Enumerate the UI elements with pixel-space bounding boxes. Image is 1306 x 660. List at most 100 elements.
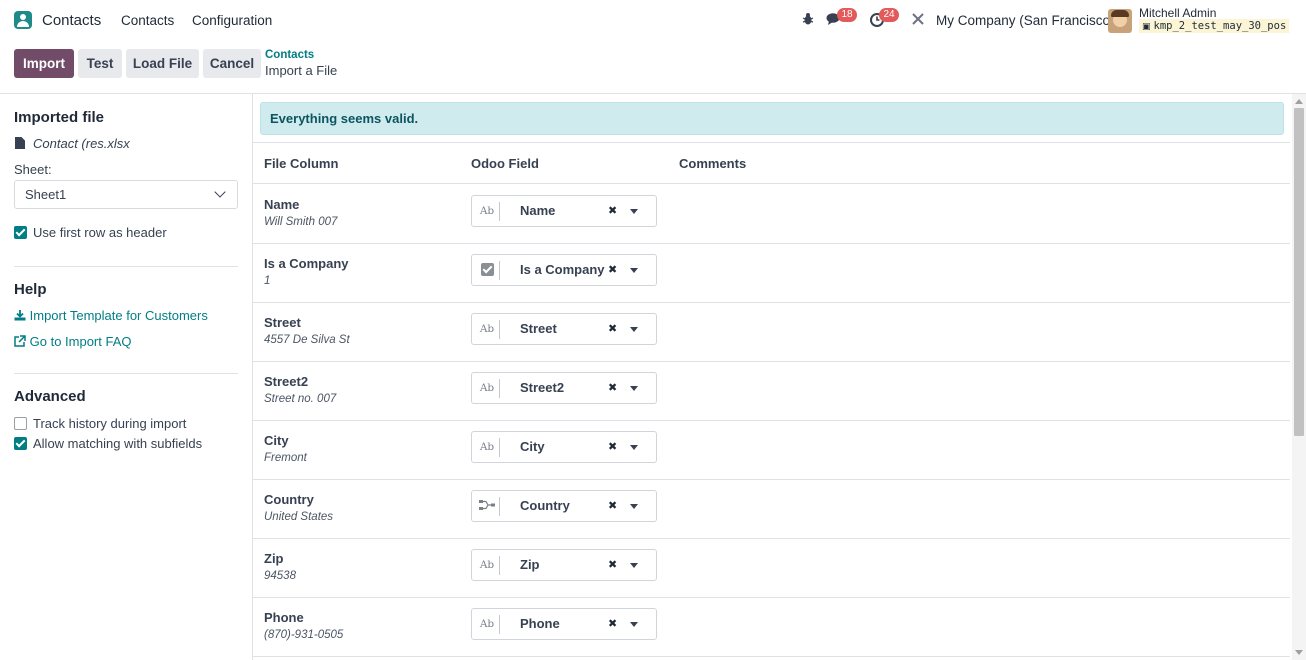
- caret-down-icon[interactable]: [630, 504, 638, 509]
- row-column-name: Street2: [264, 374, 309, 389]
- caret-down-icon[interactable]: [630, 386, 638, 391]
- download-icon: [14, 310, 26, 321]
- header-odoo-field: Odoo Field: [471, 156, 539, 171]
- menu-item-configuration[interactable]: Configuration: [192, 13, 272, 28]
- cancel-button[interactable]: Cancel: [203, 49, 261, 78]
- row-divider: [253, 656, 1290, 657]
- menu-item-contacts[interactable]: Contacts: [121, 13, 174, 28]
- row-sample-value: 94538: [264, 570, 296, 582]
- imported-file-name: Contact (res.xlsx: [33, 136, 130, 151]
- odoo-field-select[interactable]: Is a Company ✖: [471, 254, 657, 286]
- clear-field-icon[interactable]: ✖: [608, 381, 617, 394]
- activities-badge: 24: [879, 8, 899, 22]
- bug-icon[interactable]: [800, 12, 816, 28]
- allow-matching-checkbox[interactable]: [14, 437, 27, 450]
- import-template-label[interactable]: Import Template for Customers: [30, 308, 208, 323]
- test-button[interactable]: Test: [78, 49, 122, 78]
- odoo-field-select[interactable]: Ab Phone ✖: [471, 608, 657, 640]
- relation-type-icon: [478, 499, 496, 513]
- odoo-field-name: Name: [520, 203, 556, 218]
- row-column-name: Street: [264, 315, 301, 330]
- app-name[interactable]: Contacts: [42, 12, 101, 29]
- field-select-separator: [499, 202, 500, 221]
- odoo-field-select[interactable]: Ab Zip ✖: [471, 549, 657, 581]
- odoo-field-name: Street2: [520, 380, 565, 395]
- track-history-checkbox[interactable]: [14, 417, 27, 430]
- user-name[interactable]: Mitchell Admin: [1139, 6, 1216, 20]
- messages-badge: 18: [837, 8, 857, 22]
- odoo-field-select[interactable]: Ab Street ✖: [471, 313, 657, 345]
- text-type-icon: Ab: [479, 441, 495, 453]
- text-type-icon: Ab: [479, 382, 495, 394]
- imported-file-title: Imported file: [14, 109, 105, 126]
- validation-alert-text: Everything seems valid.: [270, 111, 419, 126]
- scroll-up-icon[interactable]: [1295, 99, 1303, 104]
- row-divider: [253, 538, 1290, 539]
- company-switcher[interactable]: My Company (San Francisco): [936, 13, 1115, 28]
- header-file-column: File Column: [264, 156, 339, 171]
- top-navbar: Contacts Contacts Configuration 18 24 My…: [0, 0, 1306, 41]
- caret-down-icon[interactable]: [630, 209, 638, 214]
- scroll-down-icon[interactable]: [1295, 650, 1303, 655]
- advanced-title: Advanced: [14, 388, 86, 405]
- clear-field-icon[interactable]: ✖: [608, 558, 617, 571]
- first-row-header-checkbox[interactable]: [14, 226, 27, 239]
- clear-field-icon[interactable]: ✖: [608, 322, 617, 335]
- odoo-field-select[interactable]: Country ✖: [471, 490, 657, 522]
- odoo-field-select[interactable]: Ab Street2 ✖: [471, 372, 657, 404]
- caret-down-icon[interactable]: [630, 268, 638, 273]
- tools-icon[interactable]: [910, 12, 926, 28]
- import-faq-label[interactable]: Go to Import FAQ: [30, 334, 132, 349]
- import-faq-link[interactable]: Go to Import FAQ: [14, 334, 132, 349]
- field-select-separator: [499, 320, 500, 339]
- database-icon: ▣: [1142, 22, 1151, 32]
- caret-down-icon[interactable]: [630, 445, 638, 450]
- clear-field-icon[interactable]: ✖: [608, 440, 617, 453]
- field-select-separator: [499, 615, 500, 634]
- header-comments: Comments: [679, 156, 747, 171]
- text-type-icon: Ab: [479, 323, 495, 335]
- field-select-separator: [499, 261, 500, 280]
- clear-field-icon[interactable]: ✖: [608, 499, 617, 512]
- row-sample-value: United States: [264, 511, 334, 523]
- row-column-name: Phone: [264, 610, 304, 625]
- caret-down-icon[interactable]: [630, 563, 638, 568]
- odoo-field-select[interactable]: Ab City ✖: [471, 431, 657, 463]
- user-avatar[interactable]: [1108, 9, 1132, 33]
- checkbox-type-icon: [481, 263, 494, 276]
- contacts-app-icon[interactable]: [14, 11, 32, 29]
- caret-down-icon[interactable]: [630, 327, 638, 332]
- row-sample-value: Fremont: [264, 452, 307, 464]
- row-column-name: Country: [264, 492, 314, 507]
- odoo-field-name: Phone: [520, 616, 560, 631]
- field-select-separator: [499, 379, 500, 398]
- odoo-field-select[interactable]: Ab Name ✖: [471, 195, 657, 227]
- row-sample-value: Street no. 007: [264, 393, 337, 405]
- row-sample-value: 1: [264, 275, 271, 287]
- clear-field-icon[interactable]: ✖: [608, 263, 617, 276]
- scrollbar-thumb[interactable]: [1294, 108, 1304, 436]
- row-divider: [253, 479, 1290, 480]
- track-history-label[interactable]: Track history during import: [33, 416, 186, 431]
- odoo-field-name: Is a Company: [520, 262, 605, 277]
- first-row-header-label[interactable]: Use first row as header: [33, 225, 167, 240]
- help-title: Help: [14, 281, 47, 298]
- sheet-select[interactable]: Sheet1: [14, 180, 238, 209]
- import-button[interactable]: Import: [14, 49, 74, 78]
- sheet-select-value: Sheet1: [25, 187, 67, 202]
- database-tag: ▣ kmp_2_test_may_30_pos: [1139, 19, 1290, 33]
- breadcrumb-contacts[interactable]: Contacts: [265, 49, 314, 61]
- field-select-separator: [499, 556, 500, 575]
- row-column-name: Name: [264, 197, 300, 212]
- allow-matching-label[interactable]: Allow matching with subfields: [33, 436, 202, 451]
- import-template-link[interactable]: Import Template for Customers: [14, 308, 208, 323]
- load-file-button[interactable]: Load File: [126, 49, 199, 78]
- clear-field-icon[interactable]: ✖: [608, 204, 617, 217]
- row-divider: [253, 361, 1290, 362]
- caret-down-icon[interactable]: [630, 622, 638, 627]
- sidebar-divider-2: [14, 373, 238, 374]
- row-sample-value: Will Smith 007: [264, 216, 338, 228]
- clear-field-icon[interactable]: ✖: [608, 617, 617, 630]
- row-divider: [253, 302, 1290, 303]
- row-divider: [253, 597, 1290, 598]
